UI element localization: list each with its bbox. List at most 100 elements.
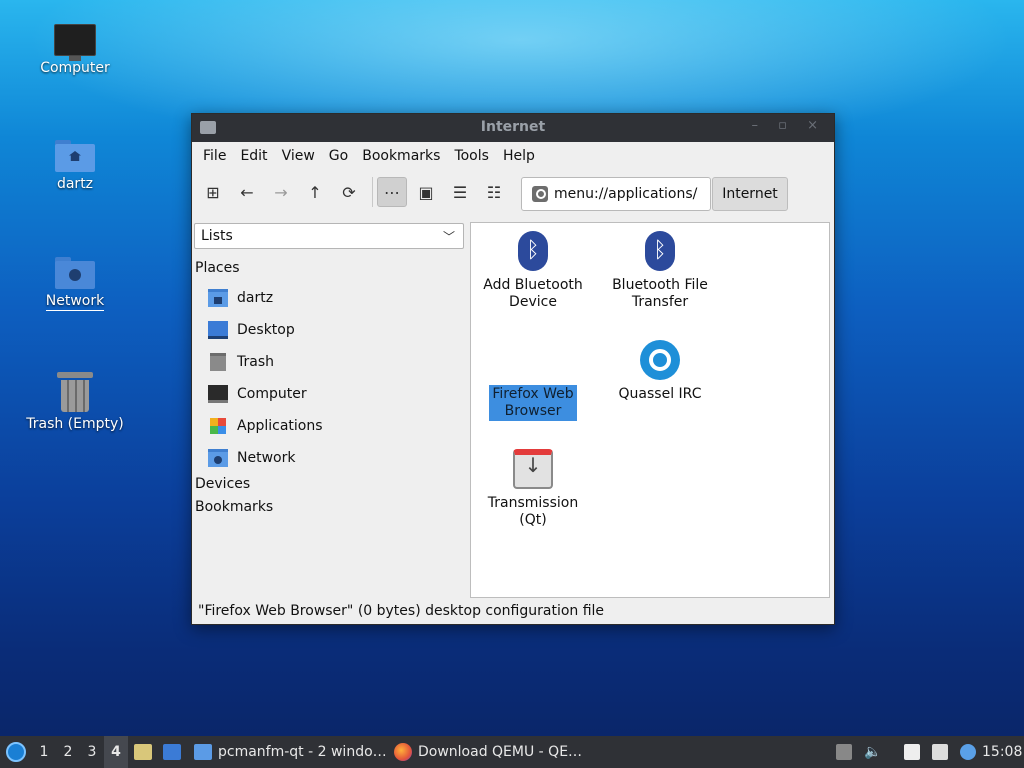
quassel-icon: [640, 340, 680, 380]
desktop-icon-label: Network: [45, 293, 105, 311]
file-item-label: Bluetooth File: [612, 277, 708, 293]
menu-tools[interactable]: Tools: [447, 148, 496, 164]
forward-button[interactable]: →: [266, 177, 296, 207]
menu-file[interactable]: File: [196, 148, 233, 164]
detail-view-button[interactable]: ☷: [479, 177, 509, 207]
section-places[interactable]: Places: [195, 260, 240, 276]
sidebar-item-dartz[interactable]: dartz: [208, 287, 273, 309]
quicklaunch-show-desktop[interactable]: [163, 736, 181, 768]
section-devices[interactable]: Devices: [195, 476, 250, 492]
menu-bookmarks[interactable]: Bookmarks: [355, 148, 447, 164]
folder-icon: [194, 744, 212, 760]
breadcrumb-internet[interactable]: Internet: [712, 177, 788, 211]
file-view: ᛒ Add Bluetooth Device ᛒ Bluetooth File …: [470, 222, 830, 598]
path-input[interactable]: menu://applications/: [521, 177, 711, 211]
window-controls[interactable]: – ▫ ×: [752, 118, 826, 133]
network-folder-icon: [208, 449, 228, 467]
sidebar-item-label: Trash: [237, 354, 274, 370]
start-menu-icon: [6, 742, 26, 762]
workspace-switcher: 1 2 3 4: [32, 736, 128, 768]
clipboard-icon[interactable]: [904, 744, 920, 760]
task-label: pcmanfm-qt - 2 windo…: [218, 744, 387, 760]
toolbar: ⊞ ← → ↑ ⟳ ⋯ ▣ ☰ ☷ menu://applications/ I…: [192, 170, 834, 214]
workspace-2[interactable]: 2: [56, 744, 80, 760]
task-label: Download QEMU - QE…: [418, 744, 583, 760]
volume-icon[interactable]: 🔈: [864, 744, 882, 760]
file-item-label: Transmission: [487, 495, 579, 511]
desktop-icon-label: Computer: [40, 60, 110, 76]
show-desktop-icon: [163, 744, 181, 760]
search-icon: [532, 186, 548, 202]
trash-icon: [210, 353, 226, 371]
desktop-icon-network[interactable]: Network: [20, 257, 130, 311]
menu-bar: File Edit View Go Bookmarks Tools Help: [192, 142, 834, 170]
home-folder-icon: [55, 140, 95, 172]
file-item-add-bluetooth[interactable]: ᛒ Add Bluetooth Device: [473, 231, 593, 311]
desktop-icon-computer[interactable]: Computer: [20, 24, 130, 77]
compact-view-button[interactable]: ☰: [445, 177, 475, 207]
menu-view[interactable]: View: [275, 148, 322, 164]
side-pane-selector[interactable]: Lists ﹀: [194, 223, 464, 249]
file-item-label: Firefox Web: [492, 386, 574, 402]
taskbar: 1 2 3 4 pcmanfm-qt - 2 windo… Download Q…: [0, 736, 1024, 768]
menu-edit[interactable]: Edit: [233, 148, 274, 164]
computer-icon: [208, 385, 228, 403]
thumbnail-view-button[interactable]: ▣: [411, 177, 441, 207]
file-item-label-selected: Firefox Web Browser: [489, 385, 577, 421]
chevron-down-icon: ﹀: [442, 230, 455, 244]
window-title: Internet: [480, 119, 546, 135]
reload-button[interactable]: ⟳: [334, 177, 364, 207]
desktop-icon-trash[interactable]: Trash (Empty): [20, 372, 130, 433]
sidebar-item-label: Applications: [237, 418, 323, 434]
network-status-icon[interactable]: [932, 744, 948, 760]
task-firefox[interactable]: Download QEMU - QE…: [394, 736, 582, 768]
quicklaunch-files[interactable]: [134, 736, 152, 768]
window-titlebar[interactable]: Internet – ▫ ×: [192, 114, 834, 142]
new-tab-button[interactable]: ⊞: [198, 177, 228, 207]
network-folder-icon: [55, 257, 95, 289]
file-item-quassel[interactable]: Quassel IRC: [600, 340, 720, 403]
file-manager-window: Internet – ▫ × File Edit View Go Bookmar…: [191, 113, 835, 625]
bluetooth-icon: ᛒ: [518, 231, 548, 271]
sidebar-item-trash[interactable]: Trash: [208, 351, 274, 373]
status-bar: "Firefox Web Browser" (0 bytes) desktop …: [198, 603, 605, 619]
file-item-firefox[interactable]: Firefox Web Browser: [473, 385, 593, 421]
file-item-label: Add Bluetooth: [483, 277, 583, 293]
sidebar-item-label: Computer: [237, 386, 307, 402]
start-menu-button[interactable]: [6, 736, 26, 768]
menu-go[interactable]: Go: [322, 148, 355, 164]
firefox-icon: [394, 743, 412, 761]
sidebar-item-network[interactable]: Network: [208, 447, 295, 469]
bluetooth-icon: ᛒ: [645, 231, 675, 271]
transmission-icon: [513, 449, 553, 489]
workspace-1[interactable]: 1: [32, 744, 56, 760]
sidebar-item-computer[interactable]: Computer: [208, 383, 307, 405]
applications-icon: [210, 418, 226, 434]
menu-help[interactable]: Help: [496, 148, 542, 164]
file-item-label: Device: [509, 294, 557, 310]
file-item-bluetooth-transfer[interactable]: ᛒ Bluetooth File Transfer: [600, 231, 720, 311]
sidebar-item-label: dartz: [237, 290, 274, 306]
side-pane: Lists ﹀ Places dartz Desktop Trash Compu…: [192, 222, 468, 598]
desktop-icon-label: dartz: [56, 176, 94, 192]
clock[interactable]: 15:08: [982, 736, 1022, 768]
back-button[interactable]: ←: [232, 177, 262, 207]
sidebar-item-desktop[interactable]: Desktop: [208, 319, 295, 341]
sidebar-item-label: Network: [237, 450, 296, 466]
workspace-3[interactable]: 3: [80, 744, 104, 760]
home-folder-icon: [208, 289, 228, 307]
tray-arrow-icon[interactable]: [836, 744, 852, 760]
desktop-icon-dartz[interactable]: dartz: [20, 140, 130, 193]
section-bookmarks[interactable]: Bookmarks: [195, 499, 273, 515]
task-pcmanfm[interactable]: pcmanfm-qt - 2 windo…: [194, 736, 387, 768]
up-button[interactable]: ↑: [300, 177, 330, 207]
update-notifier-icon[interactable]: [960, 744, 976, 760]
sidebar-item-label: Desktop: [237, 322, 295, 338]
workspace-4[interactable]: 4: [104, 736, 128, 768]
file-item-transmission[interactable]: Transmission (Qt): [473, 449, 593, 529]
desktop-icon: [208, 321, 228, 339]
sidebar-item-applications[interactable]: Applications: [208, 415, 323, 437]
icon-view-button[interactable]: ⋯: [377, 177, 407, 207]
trash-icon: [57, 372, 93, 412]
file-item-label: Transfer: [631, 294, 689, 310]
